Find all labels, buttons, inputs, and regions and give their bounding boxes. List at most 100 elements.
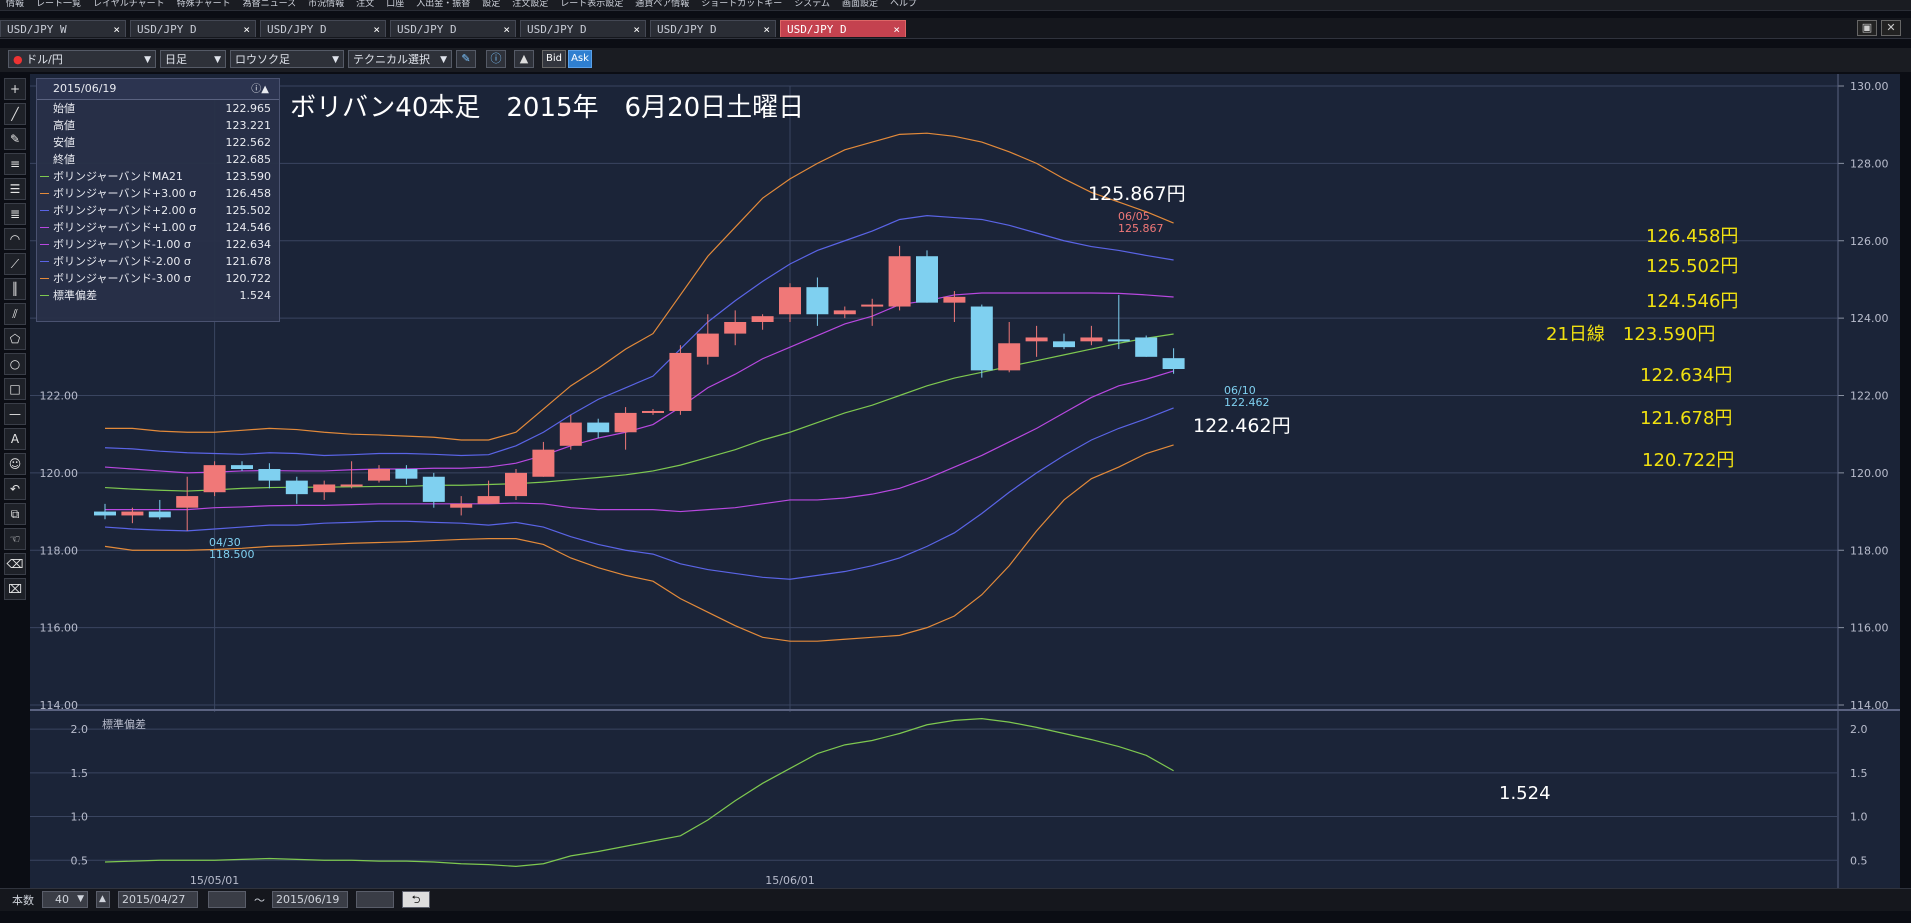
menu-item[interactable]: ショートカットキー [695, 0, 788, 9]
tab[interactable]: USD/JPY D × [390, 20, 516, 37]
menu-item[interactable]: 市況情報 [302, 0, 350, 9]
erase-all-icon[interactable]: ⌧ [4, 578, 26, 600]
info-icon[interactable]: ⓘ [486, 50, 506, 68]
technical-select[interactable]: テクニカル選択 ▼ [348, 50, 452, 68]
crosshair-icon[interactable]: + [4, 78, 26, 100]
text-tool-icon[interactable]: A [4, 428, 26, 450]
menu-item[interactable]: 為替ニュース [237, 0, 303, 9]
from-date-input[interactable]: 2015/04/27 [118, 891, 198, 908]
vertical-lines-icon[interactable]: ║ [4, 278, 26, 300]
close-icon[interactable]: × [633, 21, 640, 38]
tab-label: USD/JPY D [787, 23, 847, 36]
channel-icon[interactable]: ⫽ [4, 303, 26, 325]
tab[interactable]: USD/JPY D × [780, 20, 906, 37]
horizontal-line-icon[interactable]: ≡ [4, 153, 26, 175]
close-icon[interactable]: × [763, 21, 770, 38]
candle-body [313, 484, 336, 493]
smile-icon[interactable]: ☺ [4, 453, 26, 475]
legend-swatch [40, 176, 49, 177]
y-tick-label: 126.00 [1850, 235, 1889, 248]
close-icon[interactable]: × [373, 21, 380, 38]
currency-pair-select[interactable]: ● ドル/円 ▼ [8, 50, 156, 68]
sigma1-minus-label: 122.634円 [1640, 365, 1732, 386]
high-value-label: 125.867 [1118, 222, 1164, 235]
step-up-button[interactable]: ▲ [96, 891, 110, 908]
close-icon[interactable]: × [243, 21, 250, 38]
menu-item[interactable]: 情報 [0, 0, 30, 9]
mountain-chart-icon[interactable]: ▲ [514, 50, 534, 68]
menu-item[interactable]: 特殊チャート [171, 0, 237, 9]
tab[interactable]: USD/JPY D × [130, 20, 256, 37]
arc-icon[interactable]: ◠ [4, 228, 26, 250]
tab[interactable]: USD/JPY D × [650, 20, 776, 37]
info-row: ボリンジャーバンド-3.00 σ 120.722 [37, 270, 279, 287]
menu-item[interactable]: レート一覧 [30, 0, 87, 9]
info-value: 1.524 [239, 289, 272, 302]
std-y-tick-label-left: 1.5 [71, 767, 89, 780]
undo-icon[interactable]: ↶ [4, 478, 26, 500]
menu-item[interactable]: 注文設定 [506, 0, 554, 9]
circle-icon[interactable]: ○ [4, 353, 26, 375]
info-label: ボリンジャーバンドMA21 [53, 170, 183, 183]
sigma1-plus-label: 124.546円 [1646, 291, 1738, 312]
tab-label: USD/JPY D [527, 23, 587, 36]
copy-icon[interactable]: ⧉ [4, 503, 26, 525]
close-window-icon[interactable]: ✕ [1881, 20, 1901, 36]
info-row: 始値 122.965 [37, 100, 279, 117]
std-pane-label: 標準偏差 [102, 717, 146, 731]
close-icon[interactable]: × [113, 21, 120, 38]
tab-label: USD/JPY W [7, 23, 67, 36]
candle-body [1135, 337, 1158, 357]
to-date-value: 2015/06/19 [276, 893, 340, 906]
chart-area: 130.00 128.00 126.00 124.00 122.00 122.00 120.… [30, 74, 1900, 889]
info-panel: 2015/06/19 ⓘ▲ 始値 122.965 高値 123.221 安値 122.56… [36, 78, 280, 322]
candle-body [943, 296, 966, 303]
menu-item[interactable]: 入出金・振替 [410, 0, 476, 9]
tab[interactable]: USD/JPY D × [260, 20, 386, 37]
to-time-input[interactable] [356, 891, 394, 908]
minus-icon[interactable]: — [4, 403, 26, 425]
menu-item[interactable]: ヘルプ [884, 0, 923, 9]
tab[interactable]: USD/JPY D × [520, 20, 646, 37]
y-tick-label: 124.00 [1850, 312, 1889, 325]
maximize-icon[interactable]: ▣ [1857, 20, 1877, 36]
timeframe-select[interactable]: 日足 ▼ [160, 50, 226, 68]
to-date-input[interactable]: 2015/06/19 [272, 891, 348, 908]
menu-item[interactable]: 設定 [476, 0, 506, 9]
count-input[interactable]: 40 ▼ [42, 891, 88, 908]
close-icon[interactable]: × [893, 21, 900, 38]
line-tool-icon[interactable]: ╱ [4, 103, 26, 125]
eraser-icon[interactable]: ⌫ [4, 553, 26, 575]
reset-button[interactable]: ⮌ [402, 891, 430, 908]
chevron-down-icon: ▼ [332, 55, 339, 65]
pentagon-icon[interactable]: ⬠ [4, 328, 26, 350]
tab[interactable]: USD/JPY W × [0, 20, 126, 37]
hand-icon[interactable]: ☜ [4, 528, 26, 550]
menu-item[interactable]: 口座 [380, 0, 410, 9]
candle-body [888, 256, 911, 307]
bid-button[interactable]: Bid [542, 50, 566, 68]
from-time-input[interactable] [208, 891, 246, 908]
chevron-down-icon: ▼ [77, 894, 84, 904]
menu-item[interactable]: システム [788, 0, 836, 9]
horizontal-lines-icon[interactable]: ☰ [4, 178, 26, 200]
pen-icon[interactable]: ✎ [456, 50, 476, 68]
info-row: ボリンジャーバンドMA21 123.590 [37, 168, 279, 185]
menu-item[interactable]: 注文 [350, 0, 380, 9]
ask-button[interactable]: Ask [568, 50, 592, 68]
rectangle-icon[interactable]: □ [4, 378, 26, 400]
menu-item[interactable]: 通貨ペア情報 [629, 0, 695, 9]
chart-type-select[interactable]: ロウソク足 ▼ [230, 50, 344, 68]
candle-body [916, 256, 938, 303]
menu-item[interactable]: 画面設定 [836, 0, 884, 9]
pencil-icon[interactable]: ✎ [4, 128, 26, 150]
close-icon[interactable]: × [503, 21, 510, 38]
info-value: 122.634 [225, 238, 272, 251]
collapse-icon[interactable]: ⓘ▲ [251, 80, 269, 100]
low-price-label: 122.462円 [1193, 415, 1291, 437]
menu-item[interactable]: レート表示設定 [554, 0, 629, 9]
menu-item[interactable]: レイヤルチャート [87, 0, 171, 9]
fibonacci-icon[interactable]: ≣ [4, 203, 26, 225]
fan-icon[interactable]: ⟋ [4, 253, 26, 275]
info-row: 高値 123.221 [37, 117, 279, 134]
